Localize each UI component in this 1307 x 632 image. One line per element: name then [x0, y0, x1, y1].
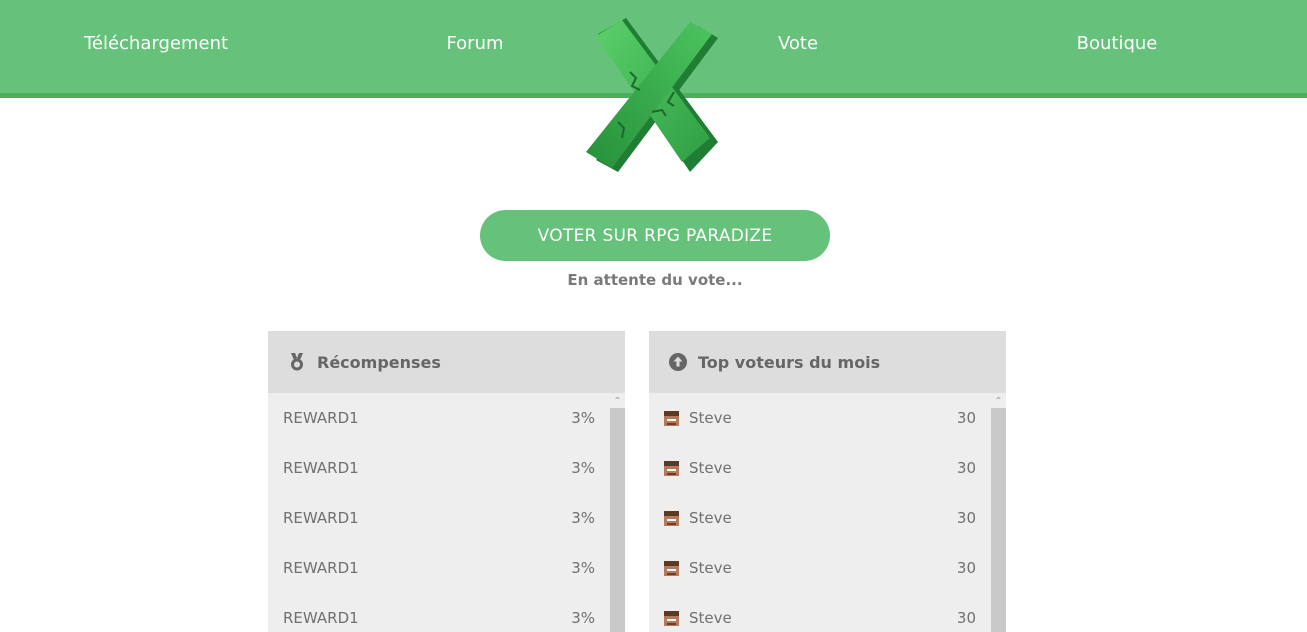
- rewards-scrollbar[interactable]: ⌃: [610, 393, 625, 632]
- medal-icon: [288, 353, 306, 371]
- player-avatar-icon: [664, 510, 679, 526]
- list-item: REWARD1 3%: [268, 443, 625, 493]
- voter-name: Steve: [689, 509, 732, 527]
- reward-chance: 3%: [571, 559, 595, 577]
- list-item: Steve 30: [649, 493, 1006, 543]
- voter-count: 30: [956, 559, 976, 577]
- rewards-panel: Récompenses REWARD1 3% REWARD1 3% REWARD…: [268, 331, 625, 632]
- reward-chance: 3%: [571, 459, 595, 477]
- scrollbar-thumb[interactable]: [991, 408, 1006, 632]
- voter-name: Steve: [689, 559, 732, 577]
- list-item: REWARD1 3%: [268, 393, 625, 443]
- top-voters-list: Steve 30 Steve 30 Steve 30 Steve 30 Stev…: [649, 393, 1006, 632]
- voter-count: 30: [956, 409, 976, 427]
- voter-count: 30: [956, 459, 976, 477]
- player-avatar-icon: [664, 610, 679, 626]
- list-item: Steve 30: [649, 543, 1006, 593]
- voter-name: Steve: [689, 609, 732, 627]
- reward-name: REWARD1: [283, 559, 359, 577]
- list-item: Steve 30: [649, 443, 1006, 493]
- nav-link-boutique[interactable]: Boutique: [1077, 33, 1158, 54]
- reward-name: REWARD1: [283, 609, 359, 627]
- scrollbar-thumb[interactable]: [610, 408, 625, 632]
- scroll-up-arrow-icon[interactable]: ⌃: [610, 393, 625, 408]
- nav-link-telechargement[interactable]: Téléchargement: [84, 33, 228, 54]
- reward-name: REWARD1: [283, 459, 359, 477]
- reward-name: REWARD1: [283, 409, 359, 427]
- nav-link-forum[interactable]: Forum: [446, 33, 503, 54]
- voter-count: 30: [956, 609, 976, 627]
- reward-chance: 3%: [571, 409, 595, 427]
- player-avatar-icon: [664, 560, 679, 576]
- top-voters-panel-header: Top voteurs du mois: [649, 331, 1006, 393]
- list-item: Steve 30: [649, 393, 1006, 443]
- reward-name: REWARD1: [283, 509, 359, 527]
- voter-name: Steve: [689, 409, 732, 427]
- voter-name: Steve: [689, 459, 732, 477]
- top-voters-panel: Top voteurs du mois Steve 30 Steve 30 St…: [649, 331, 1006, 632]
- player-avatar-icon: [664, 410, 679, 426]
- vote-button[interactable]: VOTER SUR RPG PARADIZE: [480, 210, 830, 261]
- list-item: Steve 30: [649, 593, 1006, 632]
- reward-chance: 3%: [571, 509, 595, 527]
- vote-status-text: En attente du vote...: [567, 271, 743, 289]
- top-voters-scrollbar[interactable]: ⌃: [991, 393, 1006, 632]
- list-item: REWARD1 3%: [268, 593, 625, 632]
- site-logo[interactable]: [578, 12, 726, 177]
- reward-chance: 3%: [571, 609, 595, 627]
- player-avatar-icon: [664, 460, 679, 476]
- rewards-list: REWARD1 3% REWARD1 3% REWARD1 3% REWARD1…: [268, 393, 625, 632]
- rewards-panel-header: Récompenses: [268, 331, 625, 393]
- list-item: REWARD1 3%: [268, 543, 625, 593]
- arrow-up-circle-icon: [669, 353, 687, 371]
- scroll-up-arrow-icon[interactable]: ⌃: [991, 393, 1006, 408]
- top-voters-panel-title: Top voteurs du mois: [698, 352, 881, 372]
- rewards-panel-title: Récompenses: [317, 352, 441, 372]
- nav-link-vote[interactable]: Vote: [778, 33, 818, 54]
- list-item: REWARD1 3%: [268, 493, 625, 543]
- voter-count: 30: [956, 509, 976, 527]
